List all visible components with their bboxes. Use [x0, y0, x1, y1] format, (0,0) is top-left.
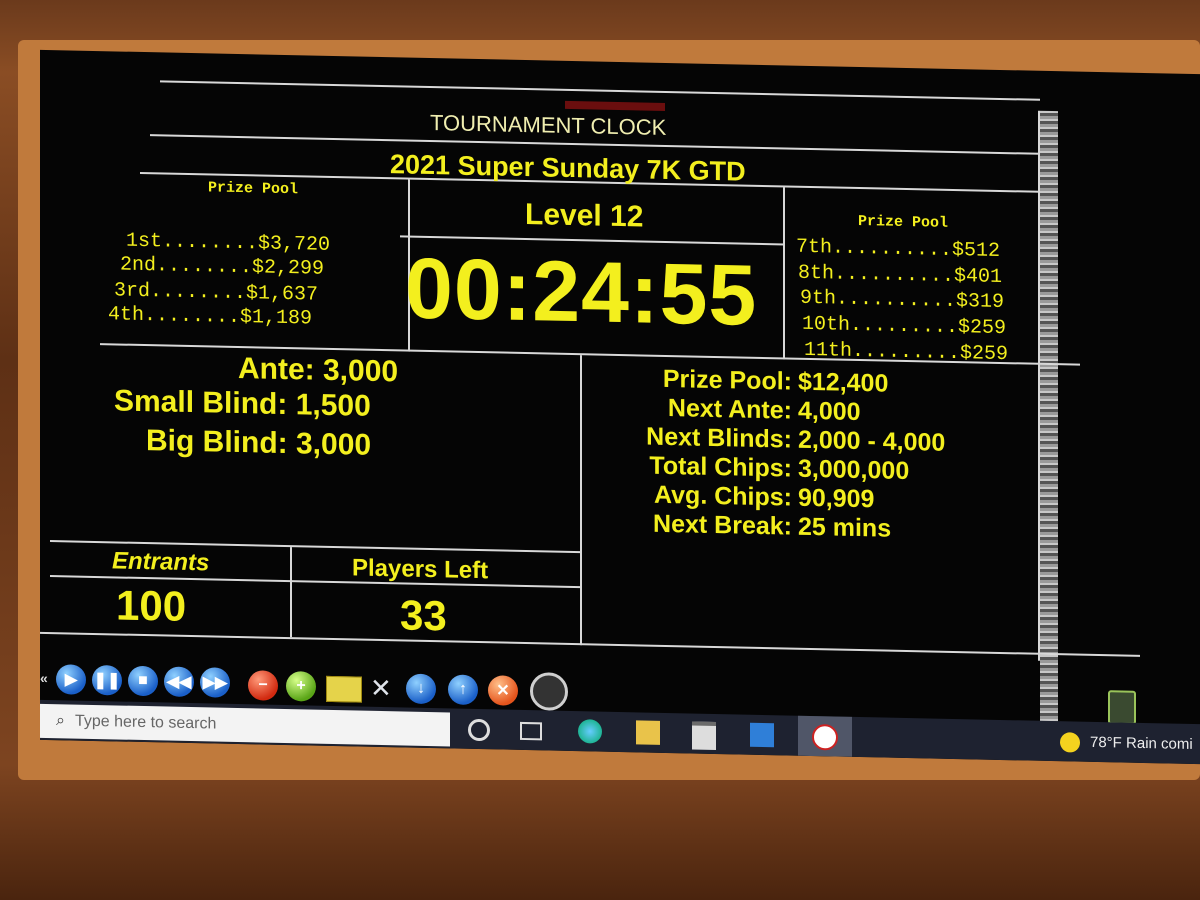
close-icon[interactable]: ✕ [488, 675, 518, 706]
big-blind-label: Big Blind: [146, 424, 288, 461]
entrants-label: Entrants [112, 547, 210, 577]
play-icon[interactable]: ▶ [56, 664, 86, 695]
next-ante-label: Next Ante: [667, 394, 792, 425]
grid-line [783, 187, 785, 360]
prize-pool-heading-left: Prize Pool [208, 179, 299, 199]
tournament-name: 2021 Super Sunday 7K GTD [390, 149, 746, 187]
prize-pool-heading-right: Prize Pool [858, 212, 949, 232]
alarm-clock-icon[interactable] [530, 672, 568, 711]
window-title: TOURNAMENT CLOCK [430, 110, 667, 140]
cast-icon[interactable] [1108, 690, 1136, 725]
prize-row: 1st........$3,720 [126, 229, 331, 257]
big-blind-row: Big Blind: 3,000 [146, 424, 371, 463]
grid-line [160, 80, 1040, 101]
weather-sun-icon[interactable] [1060, 732, 1080, 753]
level-label: Level 12 [525, 198, 644, 234]
clock-app-taskbar-button[interactable] [798, 715, 852, 757]
prize-row: 8th..........$401 [798, 261, 1003, 290]
title-accent [565, 100, 665, 111]
players-left-label: Players Left [352, 554, 489, 585]
rewind-icon[interactable]: ◀◀ [164, 666, 194, 698]
next-break-label: Next Break: [653, 509, 792, 541]
next-blinds-label: Next Blinds: [646, 422, 792, 454]
plus-icon[interactable]: + [286, 671, 316, 702]
total-chips-value: 3,000,000 [798, 454, 910, 486]
cortana-icon[interactable] [468, 718, 490, 742]
pause-icon[interactable]: ❚❚ [92, 664, 122, 696]
stop-icon[interactable]: ■ [128, 665, 158, 697]
store-icon[interactable] [692, 721, 716, 751]
prize-row: 10th.........$259 [802, 312, 1007, 341]
big-blind-value: 3,000 [295, 427, 372, 462]
prize-pool-label: Prize Pool: [662, 364, 792, 396]
weather-text[interactable]: 78°F Rain comi [1090, 734, 1193, 753]
small-blind-value: 1,500 [295, 388, 371, 423]
ante-value: 3,000 [323, 353, 399, 389]
folder-icon[interactable] [326, 675, 362, 703]
prize-row: 2nd........$2,299 [120, 253, 325, 281]
grid-line [1038, 110, 1040, 661]
settings-icon[interactable]: ✕ [370, 673, 392, 704]
grid-line [40, 631, 1140, 657]
down-icon[interactable]: ↓ [406, 673, 436, 705]
search-icon: ⌕ [56, 712, 65, 730]
grid-line [580, 355, 582, 646]
minus-icon[interactable]: − [248, 670, 278, 701]
avg-chips-label: Avg. Chips: [654, 480, 792, 512]
next-break-value: 25 mins [798, 512, 892, 543]
next-ante-value: 4,000 [798, 396, 861, 427]
next-blinds-value: 2,000 - 4,000 [798, 425, 946, 457]
ante-row: Ante: 3,000 [238, 352, 398, 389]
grid-line [290, 547, 292, 638]
prize-row: 4th........$1,189 [108, 303, 313, 331]
entrants-value: 100 [116, 581, 187, 630]
avg-chips-value: 90,909 [798, 483, 875, 514]
small-blind-row: Small Blind: 1,500 [114, 384, 371, 423]
players-left-value: 33 [400, 591, 447, 640]
task-view-icon[interactable] [520, 721, 542, 741]
tournament-clock-screen: TOURNAMENT CLOCK 2021 Super Sunday 7K GT… [40, 49, 1200, 765]
edge-icon[interactable] [578, 719, 602, 744]
prize-row: 9th..........$319 [800, 286, 1005, 315]
clock-app-icon [812, 724, 838, 751]
prize-row: 3rd........$1,637 [114, 279, 319, 307]
taskbar-search-box[interactable]: ⌕ Type here to search [40, 703, 450, 747]
total-chips-label: Total Chips: [649, 451, 792, 483]
small-blind-label: Small Blind: [114, 384, 288, 422]
countdown-timer: 00:24:55 [405, 240, 758, 344]
ante-label: Ante: [238, 351, 315, 387]
search-placeholder: Type here to search [74, 712, 217, 733]
prize-pool-value: $12,400 [798, 367, 889, 398]
fast-forward-icon[interactable]: ▶▶ [200, 667, 230, 698]
file-explorer-icon[interactable] [636, 720, 660, 745]
up-icon[interactable]: ↑ [448, 674, 478, 706]
rewind-small-icon[interactable]: « [40, 670, 48, 686]
info-panel: Prize Pool: $12,400 Next Ante: 4,000 Nex… [600, 364, 1020, 547]
mail-icon[interactable] [750, 722, 774, 748]
prize-row: 7th..........$512 [796, 235, 1001, 263]
prize-row: 11th.........$259 [804, 338, 1009, 367]
